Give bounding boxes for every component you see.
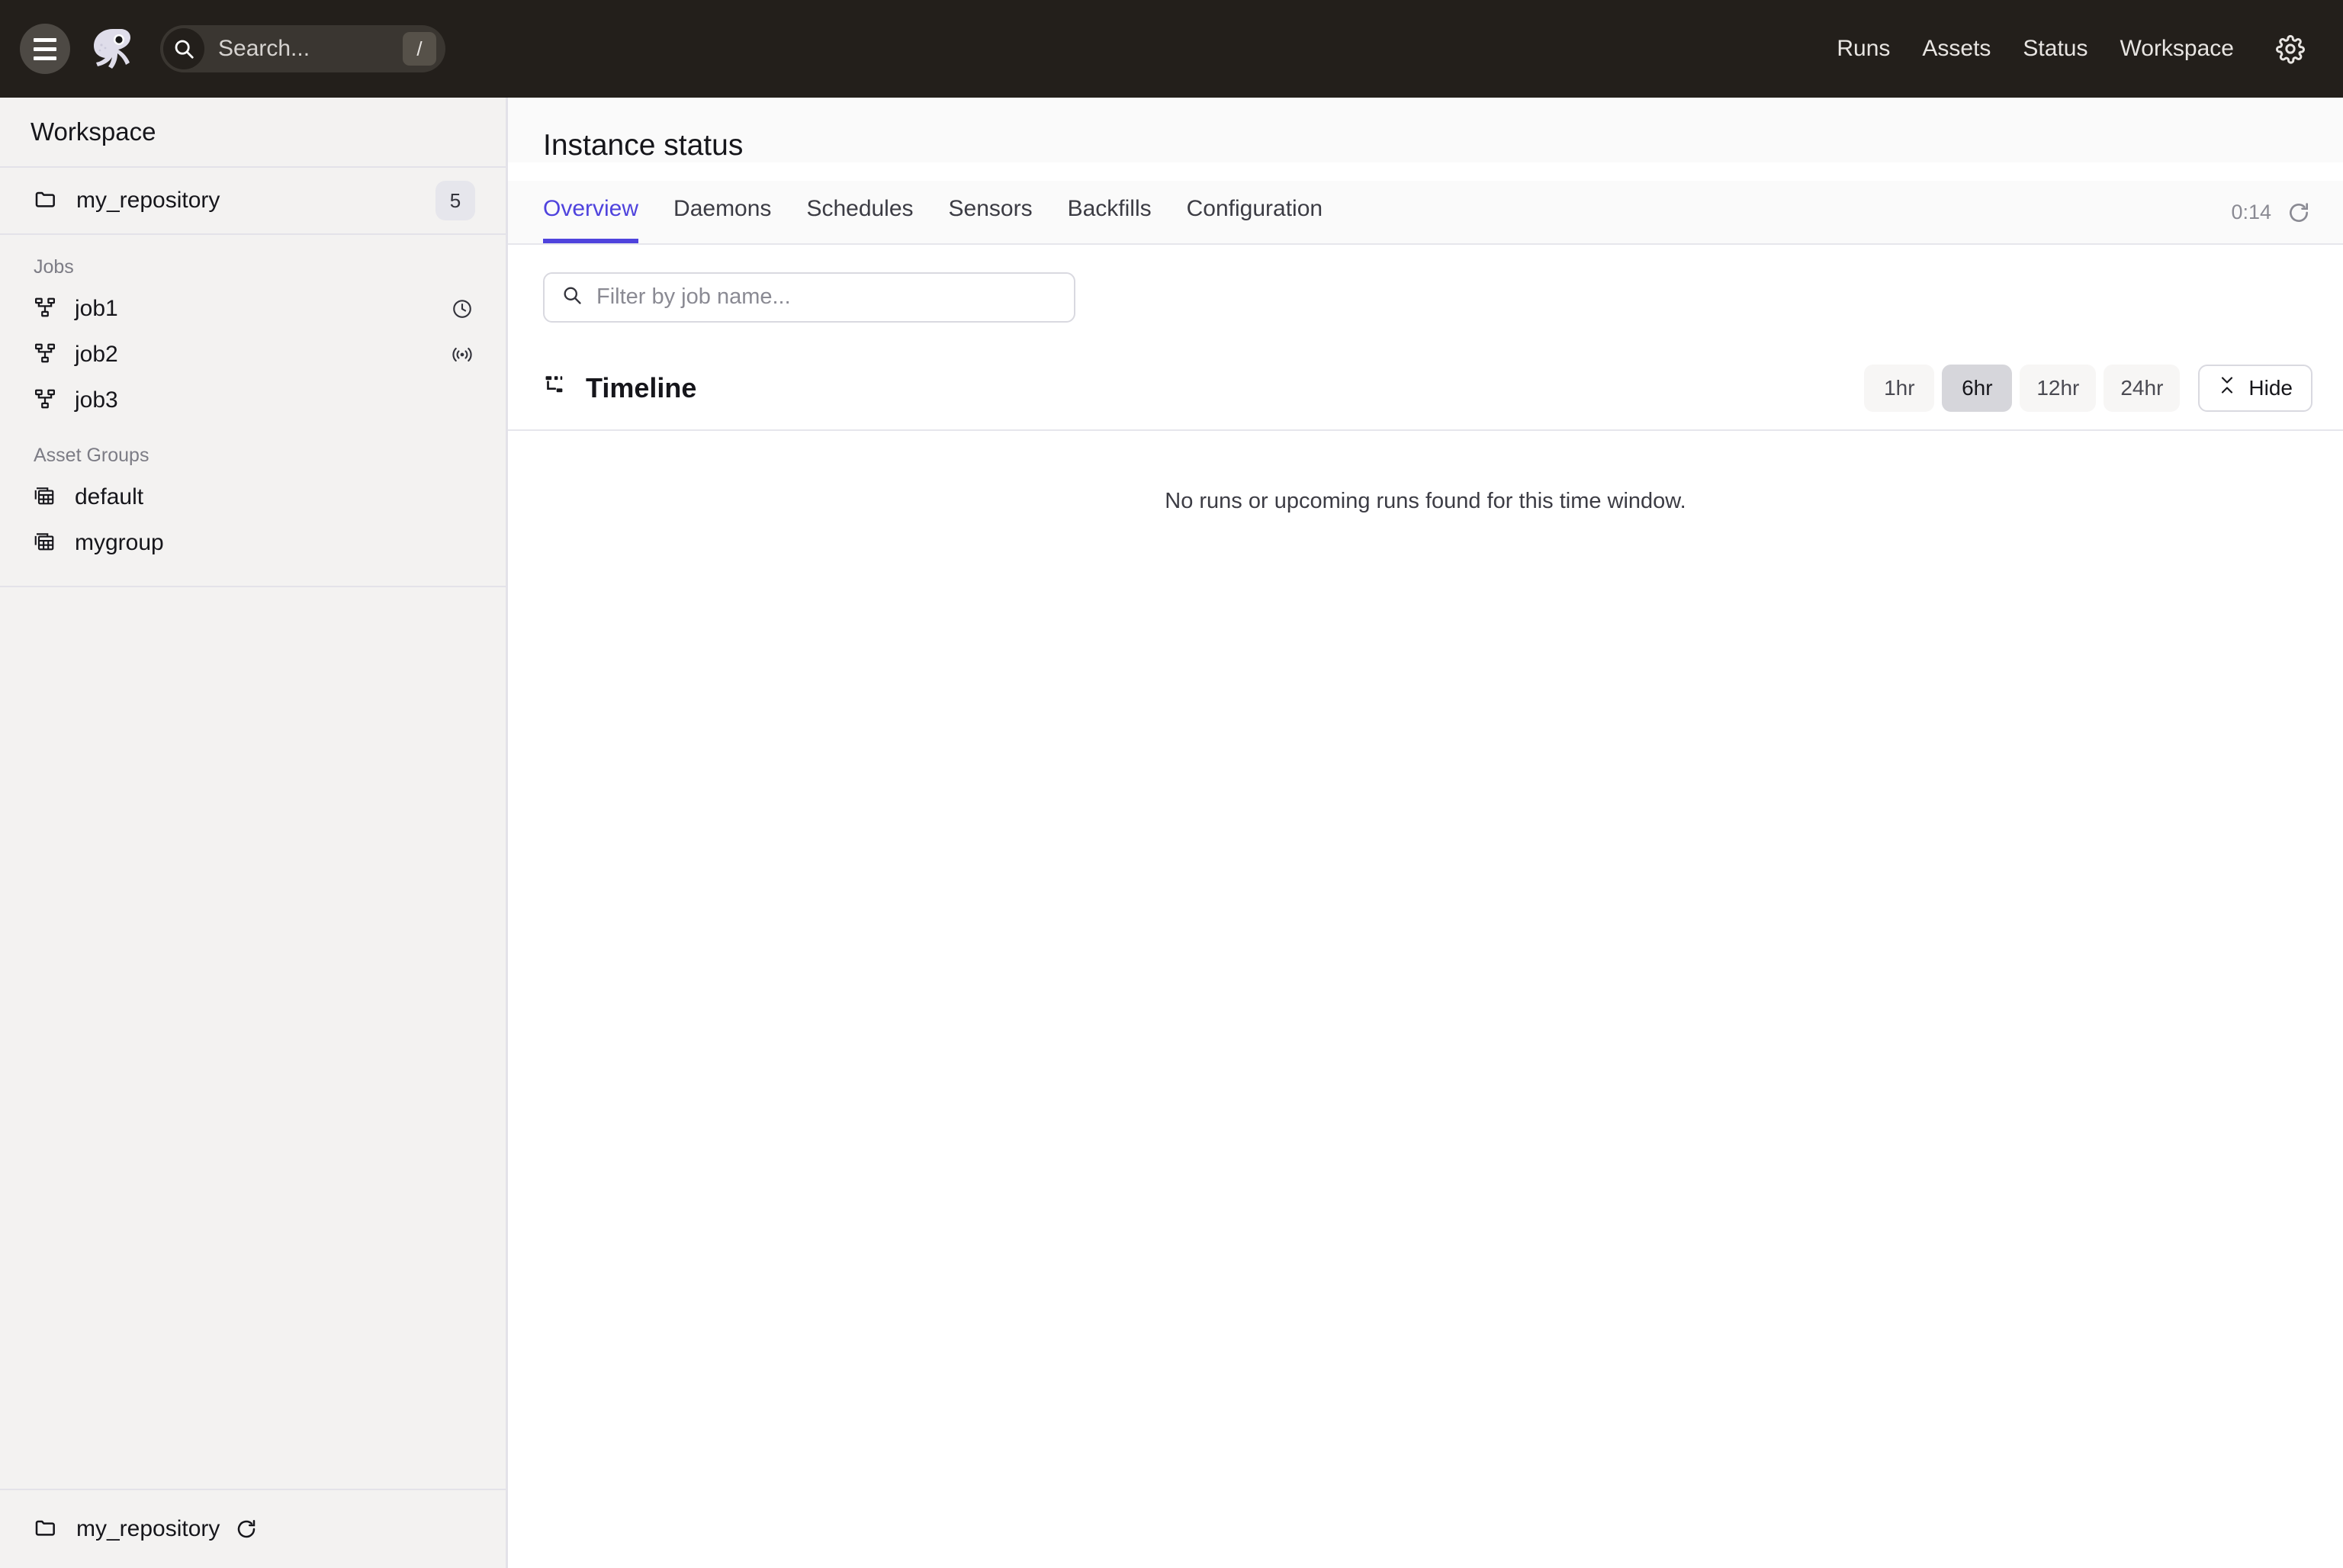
sidebar-item-my-repository[interactable]: my_repository 5 (0, 168, 506, 235)
sidebar-scroll-area: Jobs job1 (0, 235, 506, 1489)
sidebar-title: Workspace (31, 117, 156, 146)
tab-schedules[interactable]: Schedules (806, 196, 913, 243)
nav-link-assets[interactable]: Assets (1906, 36, 2007, 62)
folder-icon (34, 1515, 58, 1544)
job-graph-icon (34, 342, 56, 368)
hamburger-line (34, 56, 56, 60)
sidebar-item-job1[interactable]: job1 (0, 286, 506, 332)
dagster-logo-icon[interactable] (87, 24, 137, 74)
hamburger-line (34, 38, 56, 42)
sidebar-item-mygroup[interactable]: mygroup (0, 520, 506, 566)
sidebar-footer-label: my_repository (76, 1516, 220, 1542)
folder-icon (34, 187, 58, 215)
refresh-icon[interactable] (2285, 199, 2312, 227)
tab-backfills[interactable]: Backfills (1068, 196, 1152, 243)
sidebar-nav-list: Jobs job1 (0, 235, 506, 587)
nav-link-workspace[interactable]: Workspace (2104, 36, 2250, 62)
page-title: Instance status (543, 130, 2343, 162)
job-graph-icon (34, 387, 56, 414)
clock-icon[interactable] (449, 296, 475, 322)
refresh-countdown: 0:14 (2231, 201, 2271, 224)
global-search-placeholder: Search... (218, 36, 403, 62)
section-label-asset-groups: Asset Groups (0, 423, 506, 474)
nav-link-runs[interactable]: Runs (1821, 36, 1906, 62)
sidebar-item-job2[interactable]: job2 (0, 332, 506, 378)
repository-count-badge: 5 (435, 181, 475, 220)
gantt-icon (543, 373, 569, 403)
tab-overview[interactable]: Overview (543, 196, 638, 243)
sensor-icon[interactable] (449, 342, 475, 368)
top-nav-links: Runs Assets Status Workspace (1821, 31, 2308, 66)
section-label-jobs: Jobs (0, 235, 506, 286)
range-button-1hr[interactable]: 1hr (1864, 365, 1934, 412)
page-header: Instance status (508, 98, 2343, 162)
timeline-title: Timeline (586, 372, 696, 404)
sidebar-item-label: mygroup (75, 530, 475, 556)
main-content: Instance status Overview Daemons Schedul… (508, 98, 2343, 1568)
time-range-group: 1hr 6hr 12hr 24hr Hide (1864, 365, 2312, 412)
sidebar-header: Workspace (0, 98, 506, 168)
range-button-6hr[interactable]: 6hr (1942, 365, 2012, 412)
search-icon (163, 28, 204, 69)
sidebar-footer-repository[interactable]: my_repository (0, 1489, 506, 1568)
timeline-body: No runs or upcoming runs found for this … (508, 431, 2343, 1568)
filter-row: Filter by job name... (508, 245, 2343, 323)
repository-label: my_repository (76, 188, 435, 214)
timeline-title-group: Timeline (543, 372, 696, 404)
job-filter-input[interactable]: Filter by job name... (543, 272, 1075, 323)
body-split: Workspace my_repository 5 Jobs (0, 98, 2343, 1568)
app-root: Search... / Runs Assets Status Workspace… (0, 0, 2343, 1568)
asset-group-icon (34, 484, 56, 511)
global-search-input[interactable]: Search... / (160, 25, 445, 72)
dagster-logo-svg (88, 24, 137, 73)
sidebar-item-label: default (75, 484, 475, 510)
tab-sensors[interactable]: Sensors (949, 196, 1033, 243)
hide-timeline-label: Hide (2248, 376, 2293, 400)
timeline-header: Timeline 1hr 6hr 12hr 24hr (508, 347, 2343, 431)
timeline-empty-message: No runs or upcoming runs found for this … (508, 489, 2343, 514)
tab-bar: Overview Daemons Schedules Sensors Backf… (508, 181, 2343, 245)
sidebar-item-label: job1 (75, 296, 449, 322)
hamburger-line (34, 47, 56, 51)
collapse-icon (2218, 375, 2236, 400)
search-shortcut-chip: / (403, 32, 436, 66)
sidebar-filler (0, 587, 506, 1489)
sidebar: Workspace my_repository 5 Jobs (0, 98, 508, 1568)
refresh-group: 0:14 (2231, 199, 2312, 243)
job-filter-placeholder: Filter by job name... (596, 284, 791, 310)
sidebar-item-job3[interactable]: job3 (0, 378, 506, 423)
search-icon (561, 284, 583, 310)
hamburger-icon[interactable] (20, 24, 70, 74)
nav-link-status[interactable]: Status (2007, 36, 2104, 62)
reload-icon[interactable] (233, 1516, 259, 1542)
hide-timeline-button[interactable]: Hide (2198, 365, 2312, 412)
sidebar-item-label: job3 (75, 387, 475, 413)
tab-daemons[interactable]: Daemons (673, 196, 771, 243)
tab-configuration[interactable]: Configuration (1187, 196, 1323, 243)
job-graph-icon (34, 296, 56, 323)
top-navigation-bar: Search... / Runs Assets Status Workspace (0, 0, 2343, 98)
gear-icon[interactable] (2273, 31, 2308, 66)
asset-group-icon (34, 530, 56, 557)
sidebar-item-default[interactable]: default (0, 474, 506, 520)
range-button-12hr[interactable]: 12hr (2020, 365, 2096, 412)
sidebar-item-label: job2 (75, 342, 449, 368)
range-button-24hr[interactable]: 24hr (2104, 365, 2180, 412)
